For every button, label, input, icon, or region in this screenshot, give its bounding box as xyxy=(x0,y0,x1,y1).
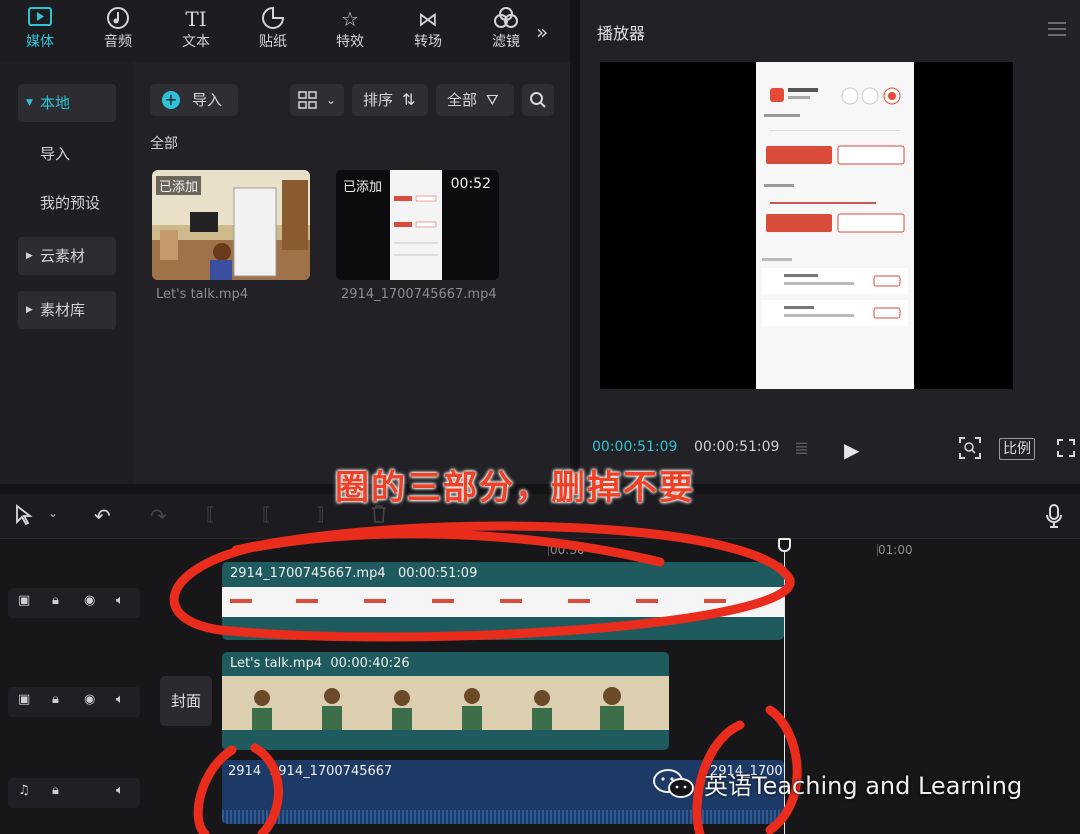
sort-button-label: 排序 xyxy=(363,91,394,109)
current-time: 00:00:51:09 xyxy=(592,439,678,455)
wechat-logo-icon xyxy=(653,769,694,798)
tab-transition-label: 转场 xyxy=(414,34,442,50)
tab-effects-label: 特效 xyxy=(336,34,364,50)
total-time: 00:00:51:09 xyxy=(694,439,780,455)
view-mode-button[interactable]: ⌄ xyxy=(290,84,344,116)
tab-filter[interactable]: 滤镜 xyxy=(476,6,536,58)
sidebar-item-presets-label: 我的预设 xyxy=(40,194,101,212)
media-duration: 00:52 xyxy=(450,176,491,192)
sidebar-item-local[interactable]: ▼ 本地 xyxy=(18,84,116,122)
player-title: 播放器 xyxy=(597,24,646,43)
sidebar-item-cloud-label: 云素材 xyxy=(40,247,86,265)
tab-effects[interactable]: ☆ 特效 xyxy=(320,6,380,58)
media-item-lets-talk[interactable]: 已添加 xyxy=(152,170,310,280)
tab-audio-label: 音频 xyxy=(104,34,132,50)
sticker-icon xyxy=(243,6,303,32)
sidebar-item-library[interactable]: ▶ 素材库 xyxy=(18,291,116,329)
waveform-toggle-icon[interactable]: ≣ xyxy=(794,438,809,459)
sidebar-item-library-label: 素材库 xyxy=(40,301,86,319)
ratio-button[interactable]: 比例 xyxy=(999,438,1035,460)
filter-all-label: 全部 xyxy=(447,91,478,109)
media-panel: 媒体 音频 TI 文本 贴纸 ☆ 特效 ⋈ 转场 滤镜 » ▼ 本地 导入 我的… xyxy=(0,0,570,484)
tab-media-label: 媒体 xyxy=(26,34,54,50)
watermark-text: 英语Teaching and Learning xyxy=(704,772,1023,800)
play-box-icon xyxy=(10,6,70,32)
tab-text-label: 文本 xyxy=(182,34,210,50)
sidebar-item-import-label: 导入 xyxy=(40,145,71,163)
search-button[interactable] xyxy=(522,84,554,116)
funnel-icon: ⛛ xyxy=(486,91,499,109)
tab-media[interactable]: 媒体 xyxy=(10,6,70,58)
caret-right-icon: ▶ xyxy=(26,251,33,261)
tab-audio[interactable]: 音频 xyxy=(88,6,148,58)
player-viewport[interactable] xyxy=(600,62,1013,389)
media-tab-bar: 媒体 音频 TI 文本 贴纸 ☆ 特效 ⋈ 转场 滤镜 » xyxy=(0,0,570,62)
media-item-name: 2914_1700745667.mp4 xyxy=(341,287,497,302)
grid-icon xyxy=(298,84,318,127)
annotation-text: 圈的三部分，删掉不要 xyxy=(335,468,695,508)
import-button[interactable]: + 导入 xyxy=(150,84,238,116)
media-item-2914[interactable]: 已添加 00:52 xyxy=(336,170,499,280)
tab-transition[interactable]: ⋈ 转场 xyxy=(398,6,458,58)
filter-icon xyxy=(476,6,536,32)
caret-right-icon: ▶ xyxy=(26,305,33,315)
tab-filter-label: 滤镜 xyxy=(492,34,520,50)
fullscreen-icon[interactable] xyxy=(1056,438,1076,462)
import-button-label: 导入 xyxy=(192,91,223,109)
caret-down-icon: ▼ xyxy=(26,98,33,108)
player-panel: 播放器 00:00:51:09 00:00:51:09 ≣ ▶ 比例 xyxy=(580,0,1080,484)
media-section-label: 全部 xyxy=(150,136,178,152)
sidebar-item-presets[interactable]: 我的预设 xyxy=(18,184,116,222)
music-note-icon xyxy=(88,6,148,32)
sidebar-item-import[interactable]: 导入 xyxy=(18,135,116,173)
text-icon: TI xyxy=(185,7,207,31)
tab-text[interactable]: TI 文本 xyxy=(166,6,226,58)
plus-icon: + xyxy=(162,91,180,109)
added-badge: 已添加 xyxy=(343,180,383,195)
play-icon[interactable]: ▶ xyxy=(844,438,859,462)
sidebar-item-cloud[interactable]: ▶ 云素材 xyxy=(18,237,116,275)
menu-icon[interactable] xyxy=(1048,22,1066,36)
sort-icon: ⇅ xyxy=(402,90,416,109)
media-sidebar: ▼ 本地 导入 我的预设 ▶ 云素材 ▶ 素材库 xyxy=(0,62,133,484)
tab-sticker[interactable]: 贴纸 xyxy=(243,6,303,58)
added-badge: 已添加 xyxy=(156,176,202,195)
sidebar-item-local-label: 本地 xyxy=(40,94,71,112)
transition-icon: ⋈ xyxy=(418,7,438,31)
media-item-name: Let's talk.mp4 xyxy=(156,287,249,302)
chevron-down-icon: ⌄ xyxy=(326,93,337,107)
sort-button[interactable]: 排序 ⇅ xyxy=(352,84,428,116)
chevron-double-right-icon[interactable]: » xyxy=(536,20,548,44)
filter-all-button[interactable]: 全部 ⛛ xyxy=(436,84,514,116)
search-icon xyxy=(529,92,547,113)
phone-screen-frame xyxy=(756,62,914,389)
sparkle-icon: ☆ xyxy=(341,7,359,31)
tab-sticker-label: 贴纸 xyxy=(259,34,287,50)
zoom-fit-icon[interactable] xyxy=(958,436,982,464)
